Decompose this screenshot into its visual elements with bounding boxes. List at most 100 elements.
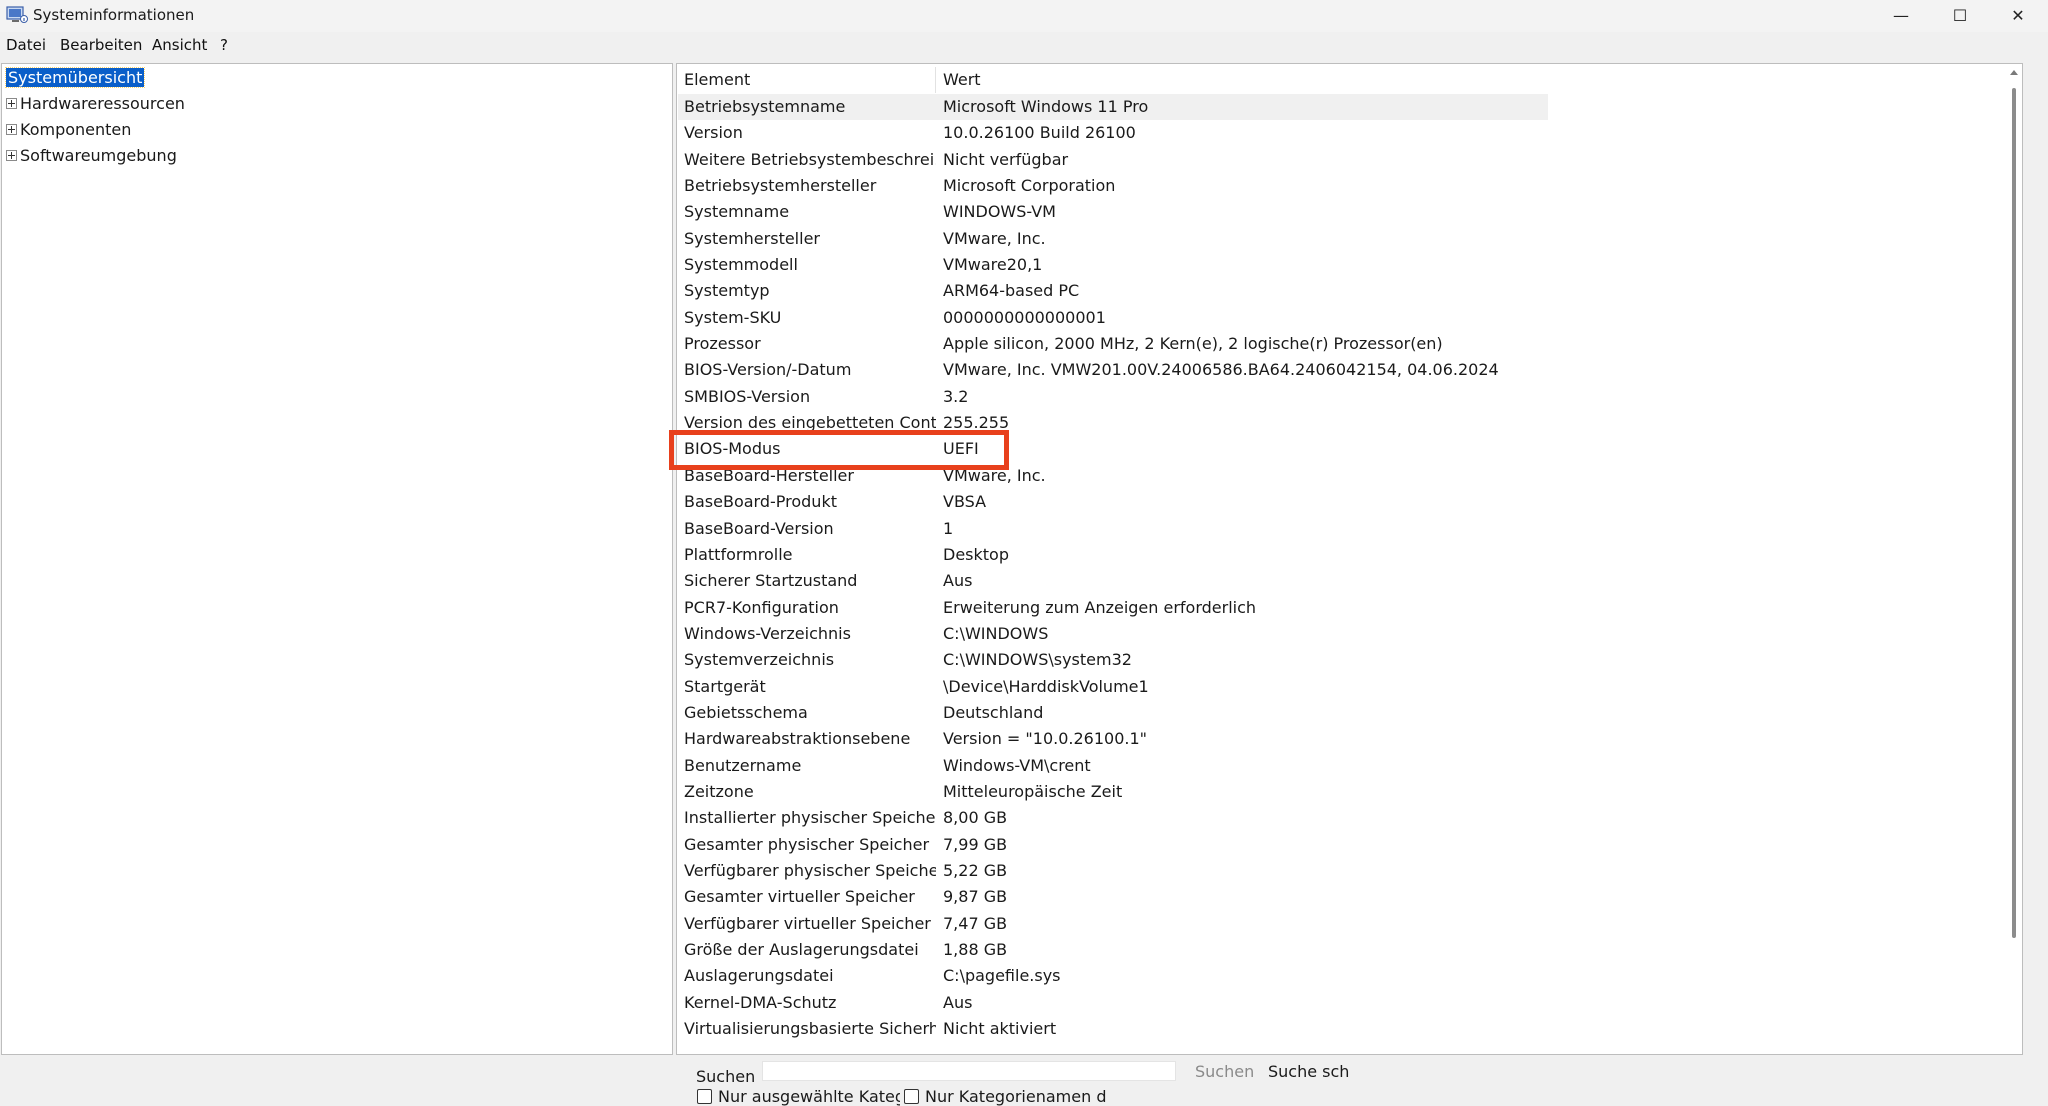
row-value: Deutschland	[943, 702, 1044, 722]
table-row[interactable]: Auslagerungsdatei C:\pagefile.sys	[678, 963, 1998, 989]
table-row[interactable]: Betriebsystemhersteller Microsoft Corpora…	[678, 173, 1998, 199]
row-element: PCR7-Konfiguration	[684, 597, 839, 617]
row-element: Plattformrolle	[684, 544, 793, 564]
table-row[interactable]: BaseBoard-Produkt VBSA	[678, 489, 1998, 515]
maximize-button[interactable]: ☐	[1930, 0, 1990, 30]
row-element: Systemname	[684, 202, 790, 222]
scroll-up-arrow-icon[interactable]	[2010, 70, 2018, 75]
table-row[interactable]: Virtualisierungsbasierte Sicherh... Nicht…	[678, 1016, 1998, 1042]
close-button[interactable]: ✕	[1988, 0, 2048, 30]
close-icon: ✕	[2011, 5, 2025, 25]
table-row[interactable]: BIOS-Version/-Datum VMware, Inc. VMW201.0…	[678, 357, 1998, 383]
table-row[interactable]: Sicherer Startzustand Aus	[678, 568, 1998, 594]
row-element: Gesamter virtueller Speicher	[684, 887, 915, 907]
row-value: VBSA	[943, 492, 987, 512]
table-row[interactable]: Systemtyp ARM64-based PC	[678, 278, 1998, 304]
table-row[interactable]: SMBIOS-Version 3.2	[678, 384, 1998, 410]
expand-icon[interactable]	[6, 124, 17, 135]
table-row[interactable]: Zeitzone Mitteleuropäische Zeit	[678, 779, 1998, 805]
table-row[interactable]: Systemhersteller VMware, Inc.	[678, 226, 1998, 252]
table-row[interactable]: Version 10.0.26100 Build 26100	[678, 120, 1998, 146]
table-row[interactable]: System-SKU 0000000000000001	[678, 305, 1998, 331]
vertical-scrollbar[interactable]	[2012, 88, 2016, 938]
row-value: Microsoft Windows 11 Pro	[943, 97, 1149, 116]
tree-item-systemuebersicht[interactable]: Systemübersicht	[4, 66, 146, 90]
row-element: Auslagerungsdatei	[684, 966, 834, 986]
row-value: C:\pagefile.sys	[943, 966, 1061, 986]
row-element: Verfügbarer physischer Speicher	[684, 860, 936, 880]
row-element: Systemhersteller	[684, 228, 820, 248]
table-row[interactable]: Plattformrolle Desktop	[678, 542, 1998, 568]
checkbox-selected-category[interactable]: Nur ausgewählte Kategorie	[697, 1087, 900, 1106]
row-element: Verfügbarer virtueller Speicher	[684, 913, 931, 933]
table-row[interactable]: Weitere Betriebsystembeschrei... Nicht ve…	[678, 147, 1998, 173]
checkbox-category-names-only[interactable]: Nur Kategorienamen durchsuchen	[904, 1087, 1106, 1106]
row-value: Nicht verfügbar	[943, 149, 1069, 169]
tree-item-komponenten[interactable]: Komponenten	[6, 118, 131, 142]
table-row[interactable]: Verfügbarer virtueller Speicher 7,47 GB	[678, 911, 1998, 937]
menu-datei[interactable]: Datei	[6, 36, 46, 54]
table-row[interactable]: Kernel-DMA-Schutz Aus	[678, 990, 1998, 1016]
table-row[interactable]: Benutzername Windows-VM\crent	[678, 753, 1998, 779]
row-element: Installierter physischer Speicher...	[684, 808, 936, 828]
row-element: Weitere Betriebsystembeschrei...	[684, 149, 936, 169]
table-row[interactable]: BaseBoard-Version 1	[678, 516, 1998, 542]
row-value: 9,87 GB	[943, 887, 1008, 907]
tree-item-label: Systemübersicht	[4, 67, 146, 88]
expand-icon[interactable]	[6, 150, 17, 161]
table-row[interactable]: Prozessor Apple silicon, 2000 MHz, 2 Kern…	[678, 331, 1998, 357]
window-title: Systeminformationen	[33, 6, 195, 24]
row-value: \Device\HarddiskVolume1	[943, 676, 1149, 696]
table-row[interactable]: Installierter physischer Speicher... 8,00…	[678, 805, 1998, 831]
table-row[interactable]: PCR7-Konfiguration Erweiterung zum Anzeig…	[678, 595, 1998, 621]
close-search-button[interactable]: Suche schließen	[1268, 1062, 1351, 1081]
table-row[interactable]: Größe der Auslagerungsdatei 1,88 GB	[678, 937, 1998, 963]
row-element: Systemmodell	[684, 255, 798, 275]
row-element: Hardwareabstraktionsebene	[684, 729, 911, 749]
table-row[interactable]: Windows-Verzeichnis C:\WINDOWS	[678, 621, 1998, 647]
row-value: 0000000000000001	[943, 307, 1106, 327]
details-list[interactable]: Element Wert Betriebsystemname Microsoft …	[676, 63, 2023, 1055]
row-value: 3.2	[943, 386, 969, 406]
system-information-icon	[6, 6, 28, 23]
table-row[interactable]: Systemname WINDOWS-VM	[678, 199, 1998, 225]
row-element: Sicherer Startzustand	[684, 571, 858, 591]
table-row[interactable]: Betriebsystemname Microsoft Windows 11 Pr…	[678, 94, 1548, 121]
row-value: Nicht aktiviert	[943, 1019, 1057, 1039]
tree-item-hardwareressourcen[interactable]: Hardwareressourcen	[6, 92, 185, 116]
row-value: 8,00 GB	[943, 808, 1008, 828]
menu-bearbeiten[interactable]: Bearbeiten	[60, 36, 142, 54]
checkbox-icon[interactable]	[904, 1089, 919, 1104]
row-value: C:\WINDOWS\system32	[943, 650, 1132, 670]
minimize-button[interactable]: —	[1871, 0, 1931, 30]
tree-item-softwareumgebung[interactable]: Softwareumgebung	[6, 144, 177, 168]
table-row[interactable]: Gesamter physischer Speicher 7,99 GB	[678, 832, 1998, 858]
column-header-element[interactable]: Element	[678, 67, 936, 93]
column-header-wert[interactable]: Wert	[937, 67, 1517, 93]
table-row[interactable]: Hardwareabstraktionsebene Version = "10.0…	[678, 726, 1998, 752]
checkbox-icon[interactable]	[697, 1089, 712, 1104]
category-tree[interactable]: Systemübersicht Hardwareressourcen Kompo…	[1, 63, 673, 1055]
menu-bar: Datei Bearbeiten Ansicht ?	[0, 33, 2048, 59]
search-input[interactable]	[762, 1061, 1176, 1081]
row-value: VMware, Inc.	[943, 228, 1046, 248]
row-value: VMware20,1	[943, 255, 1043, 275]
table-row[interactable]: Verfügbarer physischer Speicher 5,22 GB	[678, 858, 1998, 884]
row-element: BaseBoard-Version	[684, 518, 834, 538]
table-row[interactable]: Startgerät \Device\HarddiskVolume1	[678, 674, 1998, 700]
table-row[interactable]: Systemmodell VMware20,1	[678, 252, 1998, 278]
row-value: C:\WINDOWS	[943, 623, 1049, 643]
row-value: Desktop	[943, 544, 1009, 564]
row-value: 7,99 GB	[943, 834, 1008, 854]
row-element: Betriebsystemhersteller	[684, 176, 877, 196]
table-row[interactable]: Gesamter virtueller Speicher 9,87 GB	[678, 884, 1998, 910]
menu-ansicht[interactable]: Ansicht	[152, 36, 207, 54]
table-row[interactable]: Gebietsschema Deutschland	[678, 700, 1998, 726]
row-element: Systemverzeichnis	[684, 650, 835, 670]
expand-icon[interactable]	[6, 98, 17, 109]
search-label: Suchen	[696, 1067, 756, 1086]
menu-help[interactable]: ?	[220, 36, 228, 54]
search-button[interactable]: Suchen	[1195, 1062, 1254, 1081]
table-row[interactable]: Systemverzeichnis C:\WINDOWS\system32	[678, 647, 1998, 673]
row-element: Systemtyp	[684, 281, 770, 301]
